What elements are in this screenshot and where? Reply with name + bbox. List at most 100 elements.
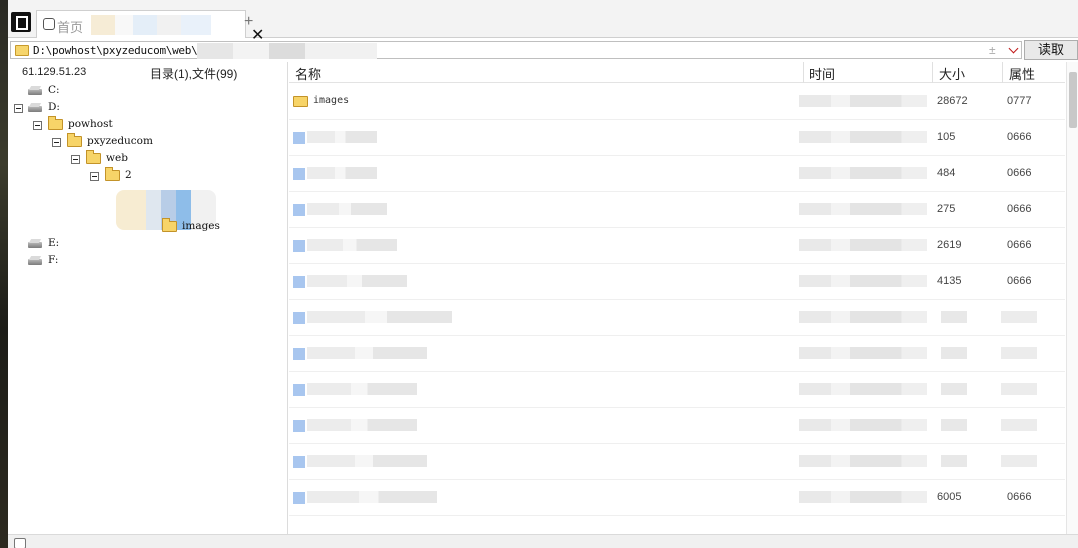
file-time-redacted bbox=[799, 491, 927, 503]
tab-home[interactable]: 首页 ✕ bbox=[36, 10, 264, 44]
column-divider[interactable] bbox=[1002, 62, 1003, 83]
tree-header: 61.129.51.23 目录(1),文件(99) bbox=[8, 62, 288, 84]
drive-icon bbox=[28, 86, 42, 96]
tree-item-f[interactable]: F: bbox=[8, 254, 208, 270]
file-rows: images 28672 0777 105 0666 484 0666 275 0666 2619… bbox=[289, 84, 1065, 534]
vertical-scrollbar[interactable] bbox=[1066, 62, 1078, 534]
file-name-redacted bbox=[307, 311, 452, 323]
table-row[interactable] bbox=[289, 300, 1065, 336]
tree-item-images[interactable]: images bbox=[8, 218, 248, 236]
column-name[interactable]: 名称 bbox=[295, 64, 321, 83]
drive-icon bbox=[28, 239, 42, 249]
table-row[interactable]: 105 0666 bbox=[289, 120, 1065, 156]
tree-item-d[interactable]: D: bbox=[8, 101, 208, 117]
tree-item-label: D: bbox=[48, 101, 60, 113]
file-icon bbox=[293, 276, 305, 288]
path-bar: D:\powhost\pxyzeducom\web\2 ± 读取 bbox=[8, 40, 1078, 60]
column-size[interactable]: 大小 bbox=[939, 64, 965, 83]
tree-item-label: E: bbox=[48, 237, 60, 249]
file-list-header: 名称 时间 大小 属性 bbox=[289, 62, 1065, 83]
file-size: 275 bbox=[937, 203, 956, 215]
table-row[interactable]: images 28672 0777 bbox=[289, 84, 1065, 120]
path-extra-glyph[interactable]: ± bbox=[989, 43, 996, 57]
column-divider[interactable] bbox=[932, 62, 933, 83]
table-row[interactable] bbox=[289, 408, 1065, 444]
collapse-toggle-icon[interactable] bbox=[90, 172, 99, 181]
file-time-redacted bbox=[799, 347, 927, 359]
folder-icon bbox=[15, 45, 29, 56]
file-name: images bbox=[313, 95, 350, 106]
tree-item-powhost[interactable]: powhost bbox=[8, 116, 208, 134]
table-row[interactable]: 2619 0666 bbox=[289, 228, 1065, 264]
file-icon bbox=[293, 168, 305, 180]
tab-title-redacted bbox=[91, 15, 211, 35]
table-row[interactable]: 6005 0666 bbox=[289, 480, 1065, 516]
tree-item-e[interactable]: E: bbox=[8, 237, 208, 253]
file-name-redacted bbox=[307, 239, 397, 251]
tree-item-2[interactable]: 2 bbox=[8, 167, 228, 185]
drive-icon bbox=[28, 256, 42, 266]
column-attr[interactable]: 属性 bbox=[1009, 64, 1035, 83]
drive-icon bbox=[28, 103, 42, 113]
collapse-toggle-icon[interactable] bbox=[14, 104, 23, 113]
folder-icon bbox=[105, 167, 120, 181]
new-tab-button[interactable]: + bbox=[244, 13, 253, 31]
table-row[interactable]: 275 0666 bbox=[289, 192, 1065, 228]
tree-item-label: 2 bbox=[125, 169, 132, 181]
file-size: 4135 bbox=[937, 275, 962, 287]
column-time[interactable]: 时间 bbox=[809, 64, 835, 83]
tab-bar: 首页 ✕ + bbox=[8, 0, 1078, 44]
file-name-redacted bbox=[307, 455, 427, 467]
file-time-redacted bbox=[799, 419, 927, 431]
tree-item-label: web bbox=[106, 152, 128, 164]
table-row[interactable] bbox=[289, 444, 1065, 480]
tree-item-pxyzeducom[interactable]: pxyzeducom bbox=[8, 133, 228, 151]
file-attr: 0777 bbox=[1007, 95, 1032, 107]
desktop-edge bbox=[0, 0, 8, 548]
file-size: 484 bbox=[937, 167, 956, 179]
file-time-redacted bbox=[799, 383, 927, 395]
table-row[interactable]: 484 0666 bbox=[289, 156, 1065, 192]
column-divider[interactable] bbox=[803, 62, 804, 83]
table-row[interactable]: 4135 0666 bbox=[289, 264, 1065, 300]
file-time-redacted bbox=[799, 239, 927, 251]
file-name-redacted bbox=[307, 131, 377, 143]
file-name-redacted bbox=[307, 275, 407, 287]
file-attr: 0666 bbox=[1007, 491, 1032, 503]
file-time-redacted bbox=[799, 311, 927, 323]
table-row[interactable] bbox=[289, 372, 1065, 408]
tree-item-label: F: bbox=[48, 254, 59, 266]
file-attr-redacted bbox=[1001, 311, 1037, 323]
folder-icon bbox=[162, 218, 177, 232]
collapse-toggle-icon[interactable] bbox=[71, 155, 80, 164]
status-bar bbox=[8, 534, 1078, 548]
directory-tree-pane: 61.129.51.23 目录(1),文件(99) C: D: powhost bbox=[8, 62, 288, 534]
collapse-toggle-icon[interactable] bbox=[52, 138, 61, 147]
path-redacted bbox=[197, 43, 377, 59]
read-button[interactable]: 读取 bbox=[1024, 40, 1078, 60]
file-attr-redacted bbox=[1001, 347, 1037, 359]
file-size-redacted bbox=[941, 455, 967, 467]
tree-item-web[interactable]: web bbox=[8, 150, 228, 168]
tree-item-label: C: bbox=[48, 84, 60, 96]
file-time-redacted bbox=[799, 131, 927, 143]
folder-icon bbox=[86, 150, 101, 164]
file-icon bbox=[293, 492, 305, 504]
file-time-redacted bbox=[799, 455, 927, 467]
file-attr-redacted bbox=[1001, 455, 1037, 467]
scrollbar-thumb[interactable] bbox=[1069, 72, 1077, 128]
tree-item-c[interactable]: C: bbox=[8, 84, 208, 100]
path-input[interactable]: D:\powhost\pxyzeducom\web\2 ± bbox=[10, 41, 1022, 59]
path-text: D:\powhost\pxyzeducom\web\2 bbox=[33, 44, 204, 57]
collapse-toggle-icon[interactable] bbox=[33, 121, 42, 130]
chevron-down-icon[interactable] bbox=[1007, 42, 1023, 58]
file-name-redacted bbox=[307, 347, 427, 359]
file-name-redacted bbox=[307, 167, 377, 179]
file-manager-window: 首页 ✕ + D:\powhost\pxyzeducom\web\2 ± 读取 … bbox=[0, 0, 1078, 548]
server-ip: 61.129.51.23 bbox=[22, 66, 87, 78]
table-row[interactable] bbox=[289, 336, 1065, 372]
file-size: 2619 bbox=[937, 239, 962, 251]
file-icon bbox=[293, 204, 305, 216]
file-size-redacted bbox=[941, 347, 967, 359]
file-size-redacted bbox=[941, 419, 967, 431]
